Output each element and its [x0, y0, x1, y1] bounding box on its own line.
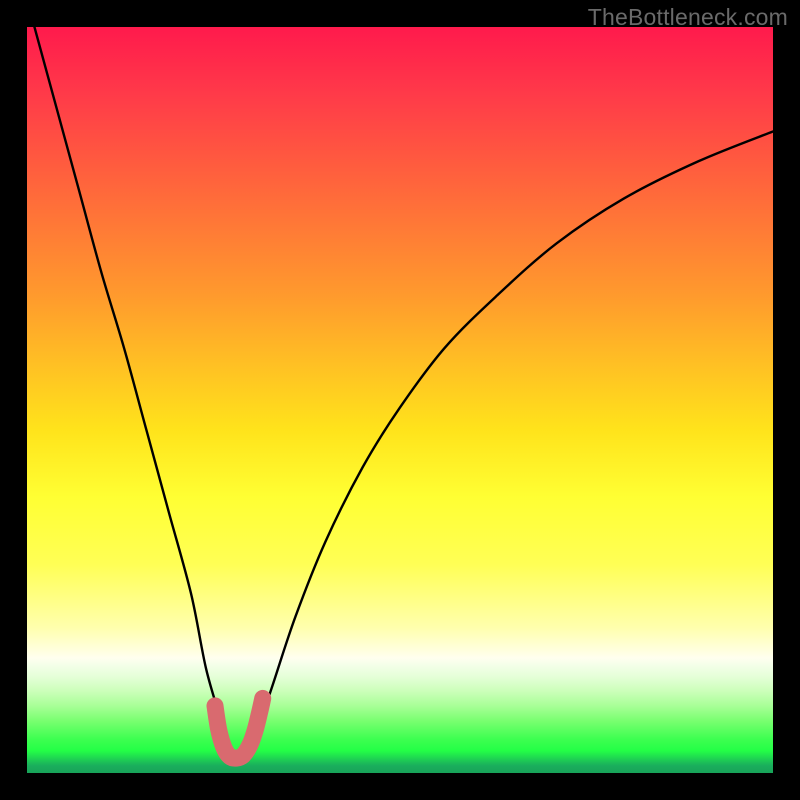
highlight-region	[215, 698, 263, 758]
watermark-text: TheBottleneck.com	[588, 4, 788, 31]
chart-frame: TheBottleneck.com	[0, 0, 800, 800]
chart-svg	[27, 27, 773, 773]
plot-area	[27, 27, 773, 773]
bottleneck-curve	[34, 27, 773, 759]
